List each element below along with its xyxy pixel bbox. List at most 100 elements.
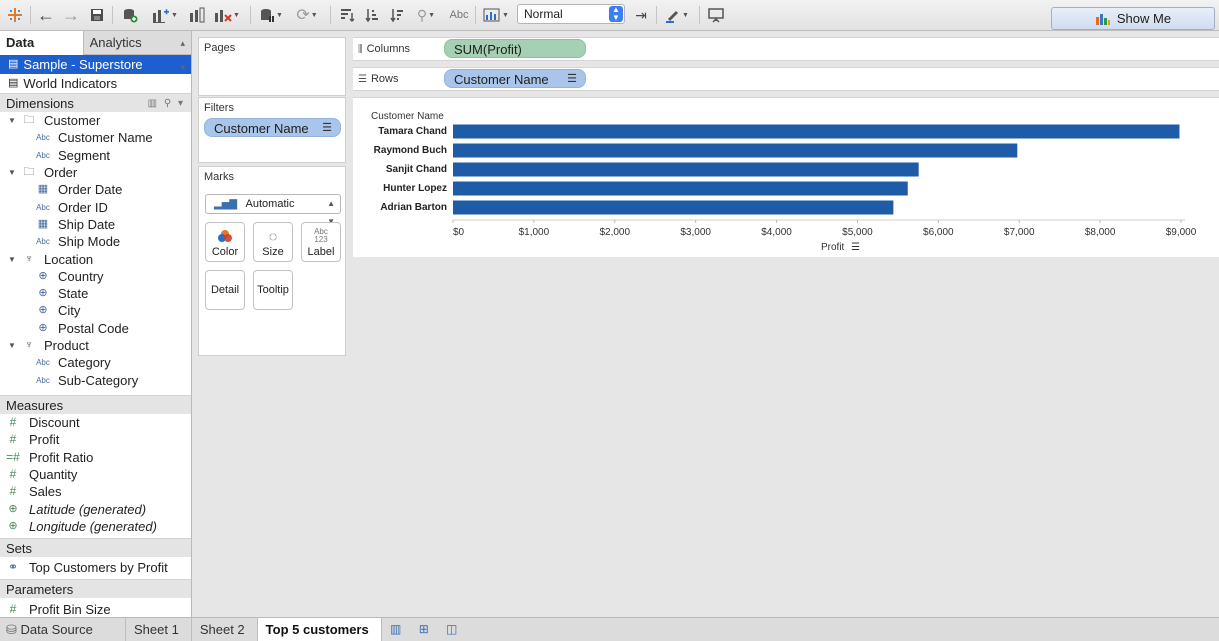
dimension-field[interactable]: Abc Segment: [0, 147, 191, 164]
new-worksheet-tab-icon[interactable]: ▥: [382, 618, 410, 641]
label-button[interactable]: Abc 123 Label: [301, 222, 341, 262]
measure-field[interactable]: # Profit: [0, 431, 191, 448]
bar[interactable]: [453, 124, 1180, 139]
clear-sheet-icon[interactable]: ▼: [212, 4, 242, 26]
dimension-field[interactable]: Abc Sub-Category: [0, 371, 191, 388]
measure-field[interactable]: ⊕ Latitude (generated): [0, 500, 191, 517]
parameters-list: # Profit Bin Size: [0, 598, 191, 617]
tab-data[interactable]: Data: [0, 31, 84, 55]
columns-shelf[interactable]: ⫼ Columns SUM(Profit): [353, 37, 1219, 61]
field-label: Longitude (generated): [29, 518, 157, 534]
filter-pill-customer-name[interactable]: Customer Name ☰: [204, 118, 341, 137]
bar[interactable]: [453, 181, 908, 196]
new-story-tab-icon[interactable]: ◫: [438, 618, 466, 641]
forward-icon[interactable]: →: [61, 4, 81, 26]
x-tick-label: $2,000: [599, 227, 630, 238]
bar[interactable]: [453, 200, 894, 215]
dimension-field[interactable]: ▦ Ship Date: [0, 216, 191, 233]
tableau-logo-icon[interactable]: [5, 4, 25, 26]
datasource-item[interactable]: ▤ World Indicators: [0, 74, 191, 93]
measure-field[interactable]: ⊕ Longitude (generated): [0, 518, 191, 535]
field-label: Top Customers by Profit: [29, 560, 168, 576]
filter-pill-label: Customer Name: [214, 121, 309, 136]
measure-field[interactable]: =# Profit Ratio: [0, 449, 191, 466]
collapse-arrow-icon[interactable]: ▼: [4, 337, 20, 354]
sheet-tab[interactable]: Sheet 2: [192, 618, 258, 641]
sort-descending-icon[interactable]: [387, 4, 407, 26]
measure-field[interactable]: # Quantity: [0, 466, 191, 483]
dimensions-tools-icon[interactable]: ▥ ⚲ ▾: [148, 94, 185, 113]
tooltip-button[interactable]: Tooltip: [253, 270, 293, 310]
view-size-select[interactable]: Normal ▲ ▼: [517, 4, 625, 24]
color-button[interactable]: Color: [205, 222, 245, 262]
filters-card[interactable]: Filters Customer Name ☰: [198, 97, 346, 163]
field-label: Sub-Category: [58, 372, 139, 388]
show-mark-labels-button[interactable]: Abc: [447, 4, 471, 26]
presentation-mode-icon[interactable]: [705, 4, 727, 26]
fix-axes-icon[interactable]: ⇥: [631, 4, 651, 26]
show-me-button[interactable]: Show Me: [1051, 7, 1215, 30]
pane-menu-icon[interactable]: ▴ ▾: [180, 31, 185, 79]
tab-analytics[interactable]: Analytics ▴ ▾: [84, 31, 191, 72]
abc-icon: Abc: [36, 358, 50, 368]
rows-shelf[interactable]: ☰ Rows Customer Name ☰: [353, 67, 1219, 91]
new-datasource-icon[interactable]: [119, 4, 141, 26]
dimension-field[interactable]: ⊕ Postal Code: [0, 320, 191, 337]
measure-field[interactable]: # Sales: [0, 483, 191, 500]
sheet-tab[interactable]: Sheet 1: [126, 618, 192, 641]
parameter-field[interactable]: # Profit Bin Size: [0, 600, 191, 617]
dimension-field[interactable]: ⊕ City: [0, 302, 191, 319]
datasource-item[interactable]: ▤ Sample - Superstore: [0, 55, 191, 74]
duplicate-sheet-icon[interactable]: [186, 4, 208, 26]
abc-icon: Abc: [36, 237, 50, 247]
fit-size-icon[interactable]: ▼: [481, 4, 511, 26]
measure-field[interactable]: # Discount: [0, 414, 191, 431]
highlight-icon[interactable]: ▼: [662, 4, 692, 26]
swap-rows-columns-icon[interactable]: [337, 4, 357, 26]
bar[interactable]: [453, 162, 919, 177]
dimension-folder[interactable]: ▼ 🗀 Order: [0, 164, 191, 181]
sort-ascending-icon[interactable]: [362, 4, 382, 26]
collapse-arrow-icon[interactable]: ▼: [4, 164, 20, 181]
dimension-folder[interactable]: ▼ ♆ Location: [0, 250, 191, 267]
dimension-field[interactable]: Abc Category: [0, 354, 191, 371]
tab-data-source[interactable]: ⛁ Data Source: [0, 618, 126, 641]
x-tick-label: $7,000: [1004, 227, 1035, 238]
rows-pill-customer-name[interactable]: Customer Name ☰: [444, 69, 586, 88]
save-icon[interactable]: [87, 4, 107, 26]
dimension-field[interactable]: ⊕ State: [0, 285, 191, 302]
show-me-label: Show Me: [1116, 11, 1172, 26]
mark-type-select[interactable]: ▂▅▇ Automatic ▲▼: [205, 194, 341, 226]
number-icon: #: [9, 484, 17, 499]
refresh-icon[interactable]: ⟳ ▼: [292, 4, 322, 26]
set-icon: ⚭: [7, 560, 19, 575]
dimension-field[interactable]: Abc Ship Mode: [0, 233, 191, 250]
marks-title: Marks: [204, 171, 234, 183]
back-icon[interactable]: ←: [36, 4, 56, 26]
calendar-icon: ▦: [37, 217, 49, 230]
field-label: Latitude (generated): [29, 501, 147, 517]
detail-button[interactable]: Detail: [205, 270, 245, 310]
bar[interactable]: [453, 143, 1018, 158]
columns-pill-sum-profit[interactable]: SUM(Profit): [444, 39, 586, 58]
size-button[interactable]: ◌ Size: [253, 222, 293, 262]
collapse-arrow-icon[interactable]: ▼: [4, 251, 20, 268]
pause-updates-icon[interactable]: ▼: [256, 4, 286, 26]
sheet-tab[interactable]: Top 5 customers: [257, 618, 382, 641]
measures-header: Measures: [0, 395, 191, 414]
dimension-field[interactable]: Abc Customer Name: [0, 129, 191, 146]
new-worksheet-icon[interactable]: ▼: [150, 4, 180, 26]
new-dashboard-tab-icon[interactable]: ⊞: [410, 618, 438, 641]
set-field[interactable]: ⚭ Top Customers by Profit: [0, 559, 191, 576]
group-members-icon[interactable]: ⚲ ▼: [411, 4, 441, 26]
dimension-field[interactable]: Abc Order ID: [0, 198, 191, 215]
field-label: Product: [44, 338, 89, 353]
dimension-folder[interactable]: ▼ 🗀 Customer: [0, 112, 191, 129]
dimension-field[interactable]: ⊕ Country: [0, 268, 191, 285]
dimension-field[interactable]: ▦ Order Date: [0, 181, 191, 198]
dimension-folder[interactable]: ▼ ♆ Product: [0, 337, 191, 354]
collapse-arrow-icon[interactable]: ▼: [4, 112, 20, 129]
viz-canvas[interactable]: Customer Name Tamara Chand Raymond Buch San…: [353, 97, 1219, 257]
pages-card[interactable]: Pages: [198, 37, 346, 96]
sheet-tabs: Sheet 1 Sheet 2 Top 5 customers: [126, 618, 382, 641]
